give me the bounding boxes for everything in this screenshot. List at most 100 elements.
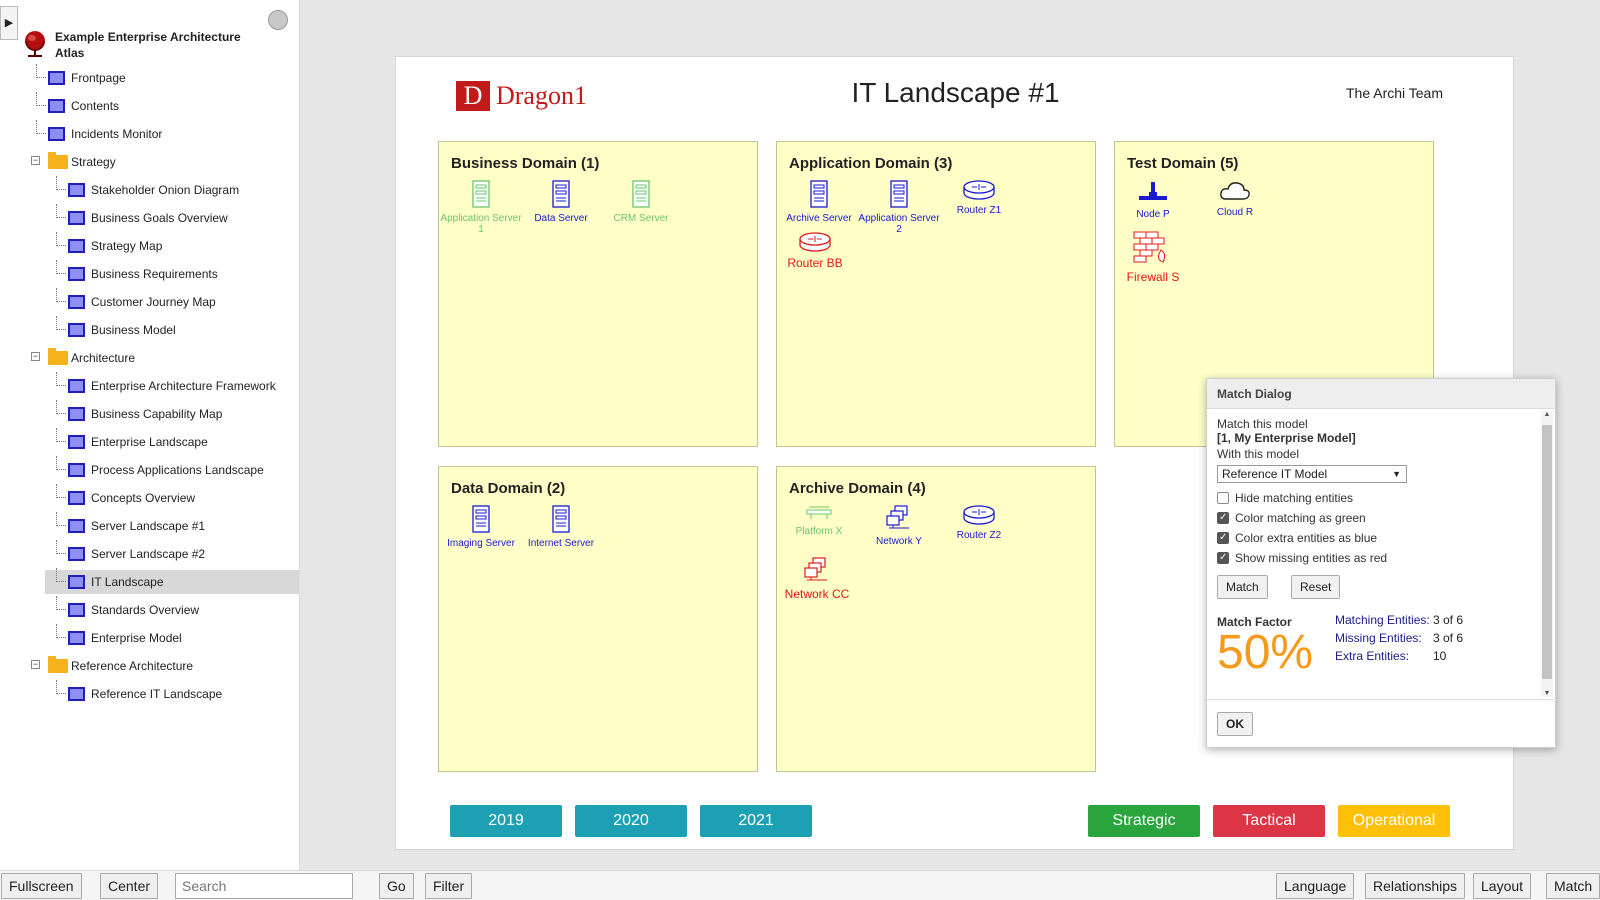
collapse-icon[interactable]: − [31, 352, 40, 361]
page-icon [68, 323, 85, 337]
domain-box[interactable]: Archive Domain (4) Platform X Network Y Rou… [776, 466, 1096, 772]
language-button[interactable]: Language [1276, 873, 1355, 899]
entity-router[interactable]: Router Z2 [937, 505, 1021, 541]
relationships-button[interactable]: Relationships [1365, 873, 1466, 899]
tree-item[interactable]: Process Applications Landscape [50, 456, 299, 482]
tree-item[interactable]: Contents [30, 92, 280, 118]
category-button-strategic[interactable]: Strategic [1088, 805, 1200, 837]
match-button[interactable]: Match [1217, 575, 1268, 599]
tree-folder[interactable]: − Architecture [30, 346, 280, 370]
entity-server[interactable]: Imaging Server [439, 505, 523, 549]
entity-server[interactable]: Internet Server [519, 505, 603, 549]
category-button-operational[interactable]: Operational [1338, 805, 1450, 837]
reset-button[interactable]: Reset [1291, 575, 1341, 599]
entity-network[interactable]: Network CC [775, 557, 859, 601]
tree-item[interactable]: Business Model [50, 316, 299, 342]
tree-item[interactable]: Business Capability Map [50, 400, 299, 426]
entity-platform[interactable]: Platform X [777, 505, 861, 537]
tree-connector [36, 92, 46, 106]
tree-item[interactable]: Business Goals Overview [50, 204, 299, 230]
tree-folder[interactable]: − Strategy [30, 150, 280, 174]
option-row[interactable]: Hide matching entities [1217, 491, 1353, 507]
page-icon [68, 239, 85, 253]
tree-connector [56, 204, 66, 218]
domain-title: Archive Domain (4) [789, 480, 926, 497]
tree-item[interactable]: Reference IT Landscape [50, 680, 299, 706]
search-input[interactable] [175, 873, 353, 899]
target-model-select[interactable]: Reference IT Model ▼ [1217, 465, 1407, 483]
ok-button[interactable]: OK [1217, 712, 1253, 736]
domain-box[interactable]: Application Domain (3) Archive Server Appl… [776, 141, 1096, 447]
tree-item[interactable]: Frontpage [30, 64, 280, 90]
scrollbar-thumb[interactable] [1542, 425, 1552, 679]
option-checkbox[interactable] [1217, 492, 1229, 504]
entity-router[interactable]: Router BB [773, 232, 857, 270]
tree-item[interactable]: Stakeholder Onion Diagram [50, 176, 299, 202]
entity-label: Firewall S [1126, 270, 1180, 284]
tree-item[interactable]: Standards Overview [50, 596, 299, 622]
domain-box[interactable]: Business Domain (1) Application Server 1 D… [438, 141, 758, 447]
entity-server[interactable]: Data Server [519, 180, 603, 224]
network-icon [775, 557, 859, 586]
entity-server[interactable]: Application Server 1 [439, 180, 523, 235]
tree-item-label: Business Goals Overview [91, 211, 228, 225]
year-button[interactable]: 2019 [450, 805, 562, 837]
tree-item[interactable]: Strategy Map [50, 232, 299, 258]
domain-box[interactable]: Data Domain (2) Imaging Server Internet Se… [438, 466, 758, 772]
entity-node[interactable]: Node P [1111, 180, 1195, 220]
year-button[interactable]: 2020 [575, 805, 687, 837]
tree-item[interactable]: Enterprise Landscape [50, 428, 299, 454]
go-button[interactable]: Go [379, 873, 414, 899]
year-button[interactable]: 2021 [700, 805, 812, 837]
tree-connector [56, 456, 66, 470]
tree-item[interactable]: Concepts Overview [50, 484, 299, 510]
entity-server[interactable]: Application Server 2 [857, 180, 941, 235]
entity-label: Platform X [795, 526, 843, 537]
scroll-down-icon[interactable]: ▼ [1541, 690, 1553, 697]
collapse-icon[interactable]: − [31, 156, 40, 165]
option-row[interactable]: Color extra entities as blue [1217, 531, 1377, 547]
option-checkbox[interactable] [1217, 511, 1229, 525]
entity-server[interactable]: Archive Server [777, 180, 861, 224]
expand-sidebar-button[interactable]: ▶ [0, 6, 18, 40]
filter-button[interactable]: Filter [425, 873, 473, 899]
tree-item[interactable]: Business Requirements [50, 260, 299, 286]
option-row[interactable]: Color matching as green [1217, 511, 1366, 527]
option-checkbox[interactable] [1217, 531, 1229, 545]
dialog-scrollbar[interactable]: ▲ ▼ [1541, 411, 1553, 697]
layout-button[interactable]: Layout [1473, 873, 1532, 899]
tree-root[interactable]: Example Enterprise Architecture Atlas [22, 26, 272, 60]
tree-item[interactable]: Customer Journey Map [50, 288, 299, 314]
tree-item[interactable]: Enterprise Architecture Framework [50, 372, 299, 398]
tree-folder[interactable]: − Reference Architecture [30, 654, 280, 678]
entity-firewall[interactable]: Firewall S [1111, 230, 1195, 284]
tree-item[interactable]: Enterprise Model [50, 624, 299, 650]
match-toolbar-button[interactable]: Match [1546, 873, 1600, 899]
tree-item[interactable]: Server Landscape #1 [50, 512, 299, 538]
fullscreen-button[interactable]: Fullscreen [1, 873, 82, 899]
tree-item-label: Standards Overview [91, 603, 200, 617]
match-dialog: Match Dialog Match this model [1, My Ent… [1206, 378, 1557, 749]
tree-item-label: Architecture [71, 351, 136, 365]
entity-label: Imaging Server [447, 538, 515, 549]
center-button[interactable]: Center [100, 873, 159, 899]
tree-connector [56, 596, 66, 610]
collapse-icon[interactable]: − [31, 660, 40, 669]
category-button-tactical[interactable]: Tactical [1213, 805, 1325, 837]
dialog-footer: OK [1207, 699, 1557, 749]
entity-server[interactable]: CRM Server [599, 180, 683, 224]
option-checkbox[interactable] [1217, 551, 1229, 565]
page-icon [68, 211, 85, 225]
scroll-up-icon[interactable]: ▲ [1541, 411, 1553, 418]
entity-network[interactable]: Network Y [857, 505, 941, 547]
option-row[interactable]: Show missing entities as red [1217, 551, 1387, 567]
entity-router[interactable]: Router Z1 [937, 180, 1021, 216]
tree-item[interactable]: Incidents Monitor [30, 120, 280, 146]
tree-item-label: Reference Architecture [71, 659, 194, 673]
page-icon [68, 295, 85, 309]
tree-item[interactable]: IT Landscape [45, 568, 299, 594]
tree-connector [56, 484, 66, 498]
tree-root-title: Example Enterprise Architecture Atlas [55, 30, 241, 60]
entity-cloud[interactable]: Cloud R [1193, 180, 1277, 218]
tree-item[interactable]: Server Landscape #2 [50, 540, 299, 566]
